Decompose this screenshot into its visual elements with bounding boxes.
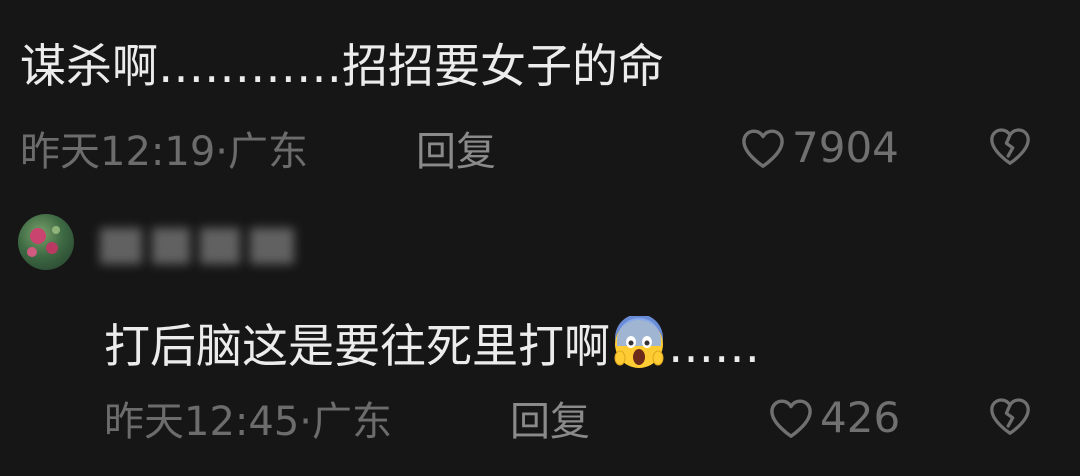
comment-meta: 昨天12:45·广东 xyxy=(104,398,392,446)
comment-text-part: 打后脑这是要往死里打啊 xyxy=(104,319,610,373)
dislike-button[interactable] xyxy=(988,126,1032,170)
heart-outline-icon xyxy=(742,129,784,168)
comment-text: 谋杀啊…………招招要女子的命 xyxy=(20,39,664,93)
broken-heart-icon xyxy=(990,128,1030,165)
comment-time: 昨天12:19 xyxy=(20,129,216,175)
flower-avatar-image xyxy=(27,226,60,257)
like-count: 7904 xyxy=(792,123,899,172)
avatar[interactable] xyxy=(18,214,74,270)
reply-button[interactable]: 回复 xyxy=(510,398,590,446)
meta-separator: · xyxy=(215,129,228,175)
reply-button[interactable]: 回复 xyxy=(416,128,496,176)
blurred-char xyxy=(250,228,294,264)
dislike-button[interactable] xyxy=(988,396,1032,440)
meta-separator: · xyxy=(299,399,312,445)
comment-location: 广东 xyxy=(228,129,308,175)
heart-outline-icon xyxy=(770,399,812,438)
like-button[interactable]: 426 xyxy=(768,394,900,442)
screaming-face-emoji xyxy=(614,316,664,368)
blurred-char xyxy=(100,228,142,264)
reply-comment-text: 打后脑这是要往死里打啊 …… xyxy=(104,316,760,374)
like-count: 426 xyxy=(820,393,901,442)
comment-text-part: …… xyxy=(668,319,760,373)
blurred-char xyxy=(152,228,190,264)
blurred-char xyxy=(200,228,240,264)
comment-location: 广东 xyxy=(312,399,392,445)
like-button[interactable]: 7904 xyxy=(740,124,899,172)
username-blurred[interactable] xyxy=(100,228,294,268)
broken-heart-icon xyxy=(990,398,1030,435)
comment-meta: 昨天12:19·广东 xyxy=(20,128,308,176)
comment-time: 昨天12:45 xyxy=(104,399,300,445)
